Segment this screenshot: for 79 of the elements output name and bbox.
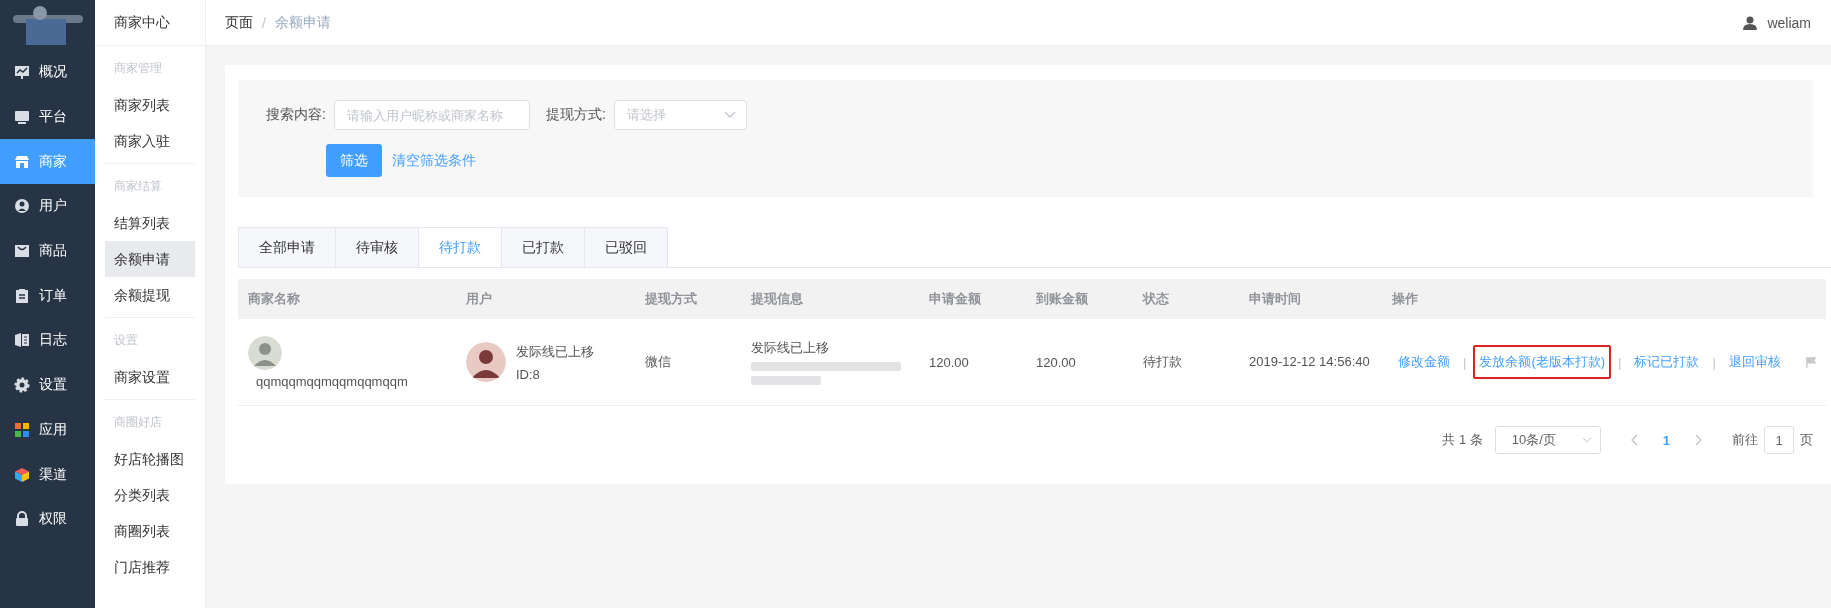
lock-icon (13, 510, 31, 529)
apply-amount: 120.00 (929, 354, 969, 370)
user-nickname: 发际线已上移 (516, 342, 594, 361)
withdraw-method: 微信 (645, 354, 671, 369)
monitor-icon (13, 108, 31, 127)
book-icon (13, 331, 31, 350)
group-title: 商家管理 (113, 60, 163, 77)
nav-item[interactable]: 应用 (0, 407, 95, 453)
status-text: 待打款 (1143, 354, 1182, 369)
action-separator: | (1618, 354, 1622, 370)
blurred-text (751, 376, 821, 385)
column-header: 申请时间 (1239, 279, 1382, 319)
column-header: 提现方式 (635, 279, 741, 319)
action-separator: | (1712, 354, 1716, 370)
submenu-item[interactable]: 商家入驻 (105, 123, 195, 159)
column-header: 操作 (1382, 279, 1826, 319)
avatar-icon (466, 342, 506, 382)
status-tab[interactable]: 已驳回 (584, 227, 668, 267)
nav-item[interactable]: 设置 (0, 362, 95, 408)
cube-icon (13, 465, 31, 484)
flag-icon[interactable] (1805, 355, 1816, 369)
submenu-item[interactable]: 分类列表 (105, 477, 195, 513)
group-title: 商家结算 (113, 178, 163, 195)
nav-item[interactable]: 商品 (0, 228, 95, 274)
submenu-item[interactable]: 门店推荐 (105, 549, 195, 585)
grid-icon (13, 420, 31, 439)
gear-icon (13, 376, 31, 395)
avatar-icon (248, 335, 282, 370)
page-size-select[interactable]: 10条/页 (1494, 426, 1601, 454)
page-suffix: 页 (1800, 431, 1813, 449)
nav-item[interactable]: 订单 (0, 273, 95, 319)
group-title: 商圈好店 (113, 414, 163, 431)
submenu-item[interactable]: 余额申请 (105, 241, 195, 277)
user-name[interactable]: weliam (1767, 14, 1811, 31)
submenu-item[interactable]: 余额提现 (105, 277, 195, 313)
breadcrumb-separator: / (262, 14, 266, 31)
breadcrumb-item: 余额申请 (274, 13, 331, 32)
column-header: 申请金额 (919, 279, 1026, 319)
submenu-item[interactable]: 好店轮播图 (105, 441, 195, 477)
action-separator: | (1463, 354, 1467, 370)
submenu-title: 商家中心 (95, 0, 205, 46)
next-page-icon[interactable] (1694, 434, 1702, 446)
submenu-item[interactable]: 商家设置 (105, 359, 195, 395)
clipboard-icon (13, 286, 31, 305)
total-count: 共 1 条 (1442, 431, 1483, 449)
status-tab[interactable]: 已打款 (501, 227, 585, 267)
goto-page-field[interactable]: 1 (1764, 426, 1794, 454)
column-header: 用户 (456, 279, 635, 319)
prev-page-icon[interactable] (1630, 434, 1639, 446)
withdraw-info: 发际线已上移 (751, 340, 829, 355)
status-tab[interactable]: 待审核 (335, 227, 419, 267)
user-icon (13, 197, 31, 216)
submenu-item[interactable]: 结算列表 (105, 205, 195, 241)
nav-item[interactable]: 日志 (0, 318, 95, 363)
user-icon (1743, 15, 1758, 30)
column-header: 到账金额 (1026, 279, 1133, 319)
received-amount: 120.00 (1036, 354, 1076, 370)
chevron-down-icon (1581, 437, 1592, 443)
nav-item[interactable]: 用户 (0, 184, 95, 229)
nav-item[interactable]: 渠道 (0, 452, 95, 497)
chart-icon (13, 63, 31, 82)
nav-item[interactable]: 权限 (0, 496, 95, 542)
nav-item[interactable]: 平台 (0, 94, 95, 140)
submenu-item[interactable]: 商家列表 (105, 87, 195, 123)
filter-label: 搜索内容: (266, 106, 326, 124)
breadcrumb-item[interactable]: 页面 (225, 13, 253, 32)
filter-label: 提现方式: (545, 106, 606, 124)
status-tab[interactable]: 全部申请 (238, 227, 336, 267)
column-header: 商家名称 (238, 279, 456, 319)
search-field[interactable]: 请输入用户昵称或商家名称 (333, 100, 530, 130)
merchant-name: qqmqqmqqmqqmqqmqqm (255, 373, 409, 389)
submenu-item[interactable]: 商圈列表 (105, 513, 195, 549)
column-header: 提现信息 (741, 279, 919, 319)
goto-label: 前往 (1732, 431, 1758, 449)
user-id: ID:8 (516, 366, 541, 382)
nav-item[interactable]: 概况 (0, 50, 95, 95)
column-header: 状态 (1133, 279, 1239, 319)
apply-time: 2019-12-12 14:56:40 (1249, 353, 1371, 371)
chevron-down-icon (723, 111, 736, 119)
